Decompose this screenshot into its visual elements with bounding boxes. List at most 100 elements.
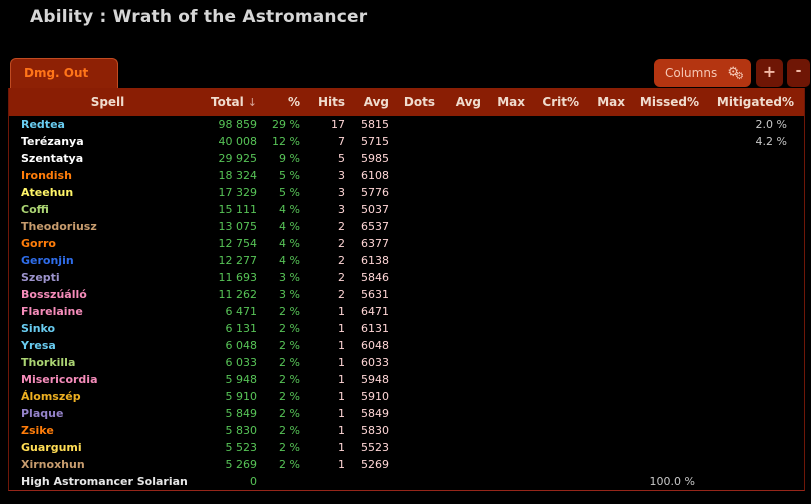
crit-max-cell bbox=[585, 184, 631, 201]
column-header-max[interactable]: Max bbox=[487, 88, 531, 116]
mitigated-cell bbox=[705, 388, 804, 405]
avg-cell: 5846 bbox=[351, 269, 395, 286]
player-name-link[interactable]: Terézanya bbox=[9, 133, 206, 150]
missed-cell bbox=[631, 456, 705, 473]
table-row: Szentatya 29 925 9 % 5 5985 bbox=[9, 150, 804, 167]
player-name-link[interactable]: Ateehun bbox=[9, 184, 206, 201]
column-header-mitigated[interactable]: Mitigated% bbox=[705, 88, 804, 116]
column-header-crit[interactable]: Crit% bbox=[531, 88, 585, 116]
dots-cell bbox=[395, 303, 441, 320]
crit-max-cell bbox=[585, 269, 631, 286]
player-name-link[interactable]: Szepti bbox=[9, 269, 206, 286]
player-name-link[interactable]: Yresa bbox=[9, 337, 206, 354]
player-name-link[interactable]: Misericordia bbox=[9, 371, 206, 388]
percent-cell: 2 % bbox=[263, 371, 306, 388]
total-cell: 5 830 bbox=[206, 422, 263, 439]
column-header-missed[interactable]: Missed% bbox=[631, 88, 705, 116]
player-name-link[interactable]: Bosszúálló bbox=[9, 286, 206, 303]
crit-percent-cell bbox=[531, 371, 585, 388]
max-cell bbox=[487, 201, 531, 218]
percent-cell: 4 % bbox=[263, 218, 306, 235]
columns-button[interactable]: Columns ⚙⚙ bbox=[654, 59, 751, 87]
avg-cell: 5815 bbox=[351, 116, 395, 133]
player-name-link[interactable]: Gorro bbox=[9, 235, 206, 252]
player-name-link[interactable]: Sinko bbox=[9, 320, 206, 337]
column-header-total[interactable]: Total↓ bbox=[206, 88, 263, 116]
crit-max-cell bbox=[585, 320, 631, 337]
missed-cell bbox=[631, 269, 705, 286]
crit-percent-cell bbox=[531, 235, 585, 252]
player-name-link[interactable]: Álomszép bbox=[9, 388, 206, 405]
table-body: Redtea 98 859 29 % 17 5815 2.0 % Terézan… bbox=[9, 116, 804, 490]
mitigated-cell bbox=[705, 201, 804, 218]
remove-column-button[interactable]: - bbox=[787, 59, 810, 87]
sort-descending-icon: ↓ bbox=[248, 96, 257, 109]
crit-max-cell bbox=[585, 422, 631, 439]
mitigated-cell bbox=[705, 235, 804, 252]
missed-cell bbox=[631, 405, 705, 422]
dots-cell bbox=[395, 201, 441, 218]
crit-percent-cell bbox=[531, 439, 585, 456]
total-cell: 12 277 bbox=[206, 252, 263, 269]
column-header-spell[interactable]: Spell bbox=[9, 88, 206, 116]
missed-cell bbox=[631, 303, 705, 320]
player-name-link[interactable]: Theodoriusz bbox=[9, 218, 206, 235]
dot-avg-cell bbox=[441, 218, 487, 235]
avg-cell: 5910 bbox=[351, 388, 395, 405]
table-row: Geronjin 12 277 4 % 2 6138 bbox=[9, 252, 804, 269]
hits-cell: 2 bbox=[306, 252, 351, 269]
page-title: Ability : Wrath of the Astromancer bbox=[30, 7, 367, 27]
max-cell bbox=[487, 167, 531, 184]
player-name-link[interactable]: Geronjin bbox=[9, 252, 206, 269]
hits-cell: 1 bbox=[306, 371, 351, 388]
column-header-avg[interactable]: Avg bbox=[351, 88, 395, 116]
player-name-link[interactable]: Coffi bbox=[9, 201, 206, 218]
hits-cell: 1 bbox=[306, 354, 351, 371]
crit-percent-cell bbox=[531, 184, 585, 201]
mitigated-cell bbox=[705, 150, 804, 167]
avg-cell: 5037 bbox=[351, 201, 395, 218]
tab-dmg-out[interactable]: Dmg. Out bbox=[10, 58, 118, 88]
table-row: Álomszép 5 910 2 % 1 5910 bbox=[9, 388, 804, 405]
mitigated-cell bbox=[705, 320, 804, 337]
player-name-link[interactable]: Szentatya bbox=[9, 150, 206, 167]
table-row: Flarelaine 6 471 2 % 1 6471 bbox=[9, 303, 804, 320]
missed-cell bbox=[631, 235, 705, 252]
player-name-link[interactable]: Plaque bbox=[9, 405, 206, 422]
player-name-link[interactable]: Xirnoxhun bbox=[9, 456, 206, 473]
player-name-link[interactable]: Thorkilla bbox=[9, 354, 206, 371]
player-name-link[interactable]: Irondish bbox=[9, 167, 206, 184]
add-column-button[interactable]: + bbox=[756, 59, 783, 87]
player-name-link[interactable]: Flarelaine bbox=[9, 303, 206, 320]
column-header-pct[interactable]: % bbox=[263, 88, 306, 116]
column-header-max2[interactable]: Max bbox=[585, 88, 631, 116]
max-cell bbox=[487, 473, 531, 490]
player-name-link[interactable]: Zsike bbox=[9, 422, 206, 439]
crit-max-cell bbox=[585, 456, 631, 473]
player-name-link[interactable]: Guargumi bbox=[9, 439, 206, 456]
percent-cell: 5 % bbox=[263, 184, 306, 201]
missed-cell bbox=[631, 422, 705, 439]
missed-cell bbox=[631, 388, 705, 405]
total-cell: 11 693 bbox=[206, 269, 263, 286]
column-header-hits[interactable]: Hits bbox=[306, 88, 351, 116]
mitigated-cell bbox=[705, 218, 804, 235]
crit-max-cell bbox=[585, 150, 631, 167]
player-name-link[interactable]: Redtea bbox=[9, 116, 206, 133]
crit-max-cell bbox=[585, 473, 631, 490]
column-header-avg2[interactable]: Avg bbox=[441, 88, 487, 116]
player-name-link[interactable]: High Astromancer Solarian bbox=[9, 473, 206, 490]
dot-avg-cell bbox=[441, 286, 487, 303]
avg-cell: 6033 bbox=[351, 354, 395, 371]
dots-cell bbox=[395, 252, 441, 269]
percent-cell: 2 % bbox=[263, 337, 306, 354]
dot-avg-cell bbox=[441, 405, 487, 422]
percent-cell: 4 % bbox=[263, 201, 306, 218]
avg-cell: 5631 bbox=[351, 286, 395, 303]
hits-cell: 2 bbox=[306, 269, 351, 286]
column-header-dots[interactable]: Dots bbox=[395, 88, 441, 116]
dot-avg-cell bbox=[441, 303, 487, 320]
dot-avg-cell bbox=[441, 473, 487, 490]
dots-cell bbox=[395, 456, 441, 473]
avg-cell: 6131 bbox=[351, 320, 395, 337]
